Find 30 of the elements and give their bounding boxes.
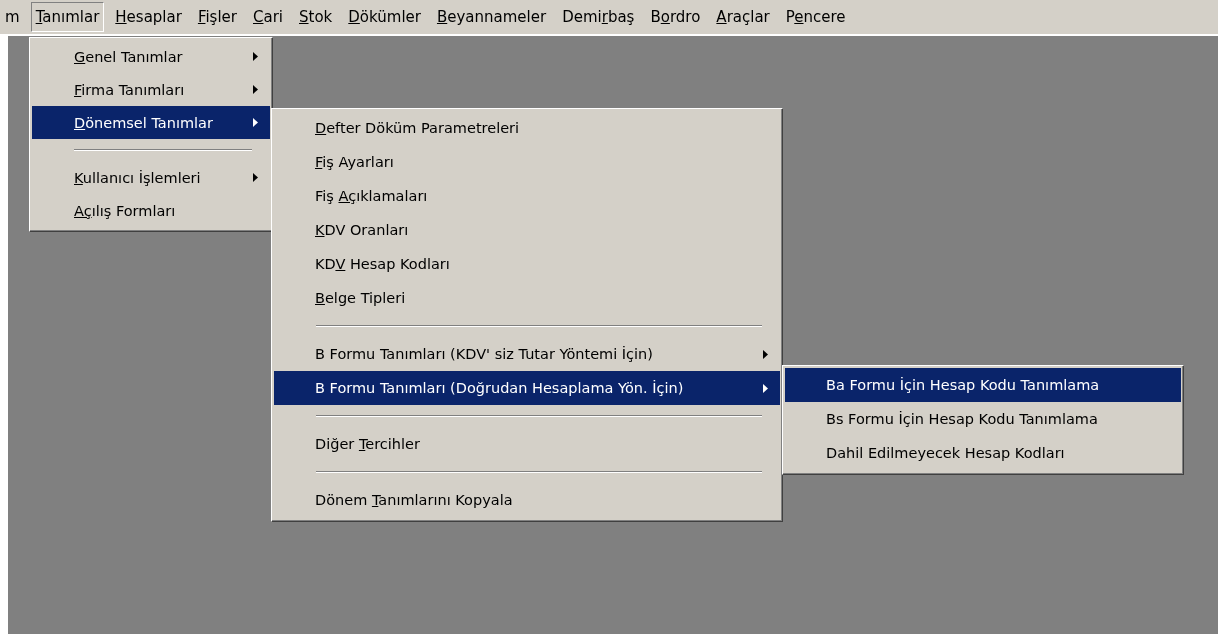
menu-item[interactable]: Defter Döküm Parametreleri (274, 111, 780, 145)
menu-item[interactable]: Bs Formu İçin Hesap Kodu Tanımlama (785, 402, 1181, 436)
menu-bar-item[interactable]: Demirbaş (557, 2, 640, 32)
menu-bar-item[interactable]: m (0, 2, 25, 32)
menu-item[interactable]: Firma Tanımları (32, 73, 270, 106)
menu-item[interactable]: Dahil Edilmeyecek Hesap Kodları (785, 436, 1181, 470)
menu-item[interactable]: Genel Tanımlar (32, 40, 270, 73)
menu-bar-item[interactable]: Stok (294, 2, 338, 32)
menu-bar-item[interactable]: Araçlar (711, 2, 775, 32)
menu-bar-item[interactable]: Tanımlar (30, 2, 105, 32)
menu-bar-item[interactable]: Hesaplar (110, 2, 187, 32)
menu-item[interactable]: Ba Formu İçin Hesap Kodu Tanımlama (785, 368, 1181, 402)
menu-item[interactable]: Açılış Formları (32, 194, 270, 227)
menu-bar-item[interactable]: Fişler (192, 2, 242, 32)
menu-item[interactable]: KDV Hesap Kodları (274, 247, 780, 281)
menu-bar-item[interactable]: Dökümler (343, 2, 426, 32)
menu-bar-item[interactable]: Bordro (645, 2, 706, 32)
menu-item[interactable]: Belge Tipleri (274, 281, 780, 315)
menu-bar-item[interactable]: Pencere (780, 2, 851, 32)
menu-item[interactable]: B Formu Tanımları (Doğrudan Hesaplama Yön. İçin) (274, 371, 780, 405)
menu-item[interactable]: Dönem Tanımlarını Kopyala (274, 483, 780, 517)
menu-item[interactable]: Fiş Ayarları (274, 145, 780, 179)
menu-item[interactable]: KDV Oranları (274, 213, 780, 247)
menu-bar-item[interactable]: Beyannameler (431, 2, 552, 32)
menu-item[interactable]: Dönemsel Tanımlar (32, 106, 270, 139)
menu-item[interactable]: Kullanıcı İşlemleri (32, 161, 270, 194)
menu-item[interactable]: Diğer Tercihler (274, 427, 780, 461)
menu-item[interactable]: Fiş Açıklamaları (274, 179, 780, 213)
menu-bar-item[interactable]: Cari (248, 2, 288, 32)
menu-item[interactable]: B Formu Tanımları (KDV' siz Tutar Yöntemi İçin) (274, 337, 780, 371)
